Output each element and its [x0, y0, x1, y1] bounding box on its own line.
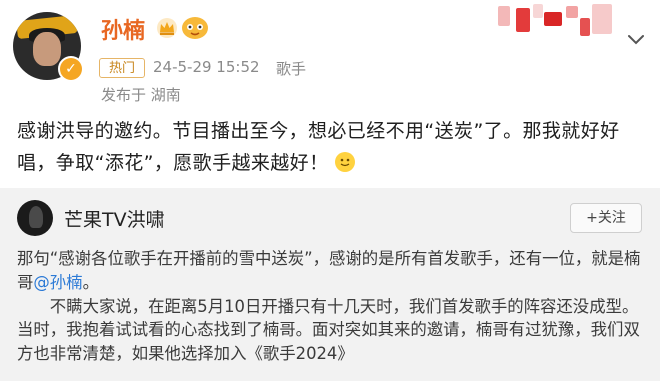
smile-emoji-icon — [334, 152, 355, 172]
redacted-area — [580, 18, 590, 36]
mention-link[interactable]: @孙楠 — [33, 273, 82, 292]
post-text: 感谢洪导的邀约。节目播出至今，想必已经不用“送炭”了。那我就好好唱，争取“添花”… — [17, 120, 620, 174]
repost-body: 那句“感谢各位歌手在开播前的雪中送炭”，感谢的是所有首发歌手，还有一位，就是楠哥… — [17, 247, 649, 366]
post-time: 24-5-29 15:52 — [153, 58, 260, 76]
repost-paragraph: 那句“感谢各位歌手在开播前的雪中送炭”，感谢的是所有首发歌手，还有一位，就是楠哥… — [17, 247, 649, 295]
redacted-area — [533, 4, 543, 18]
redacted-area — [516, 8, 530, 32]
redacted-area — [592, 4, 612, 34]
vip-icon[interactable] — [180, 15, 210, 41]
follow-button[interactable]: +关注 — [570, 203, 642, 233]
author-name[interactable]: 孙楠 — [101, 13, 145, 45]
repost-text: 那句“感谢各位歌手在开播前的雪中送炭”，感谢的是所有首发歌手，还有一位，就是楠哥 — [17, 249, 641, 292]
chevron-down-icon[interactable] — [624, 30, 648, 50]
crown-icon[interactable] — [156, 17, 178, 39]
redacted-area — [498, 6, 510, 26]
redacted-area — [544, 12, 562, 26]
avatar-face — [33, 32, 61, 66]
post-header: ✓ 孙楠 热门 24-5-29 15:52 歌手 发布于 湖南 — [0, 0, 660, 112]
redacted-area — [566, 6, 578, 18]
verified-badge-icon: ✓ — [58, 56, 84, 82]
repost-author-name[interactable]: 芒果TV洪啸 — [64, 205, 165, 232]
repost-text: 。 — [82, 272, 99, 292]
repost-text: 不瞒大家说，在距离5月10日开播只有十几天时，我们首发歌手的阵容还没成型。当时，… — [17, 296, 640, 364]
repost-author-avatar[interactable] — [17, 200, 53, 236]
post-source: 歌手 — [276, 60, 307, 78]
hot-tag: 热门 — [99, 58, 145, 78]
post-location: 发布于 湖南 — [101, 86, 181, 104]
repost-paragraph: 不瞒大家说，在距离5月10日开播只有十几天时，我们首发歌手的阵容还没成型。当时，… — [17, 295, 649, 366]
repost-card[interactable]: 芒果TV洪啸 +关注 那句“感谢各位歌手在开播前的雪中送炭”，感谢的是所有首发歌… — [0, 188, 660, 381]
post-body: 感谢洪导的邀约。节目播出至今，想必已经不用“送炭”了。那我就好好唱，争取“添花”… — [17, 115, 647, 179]
